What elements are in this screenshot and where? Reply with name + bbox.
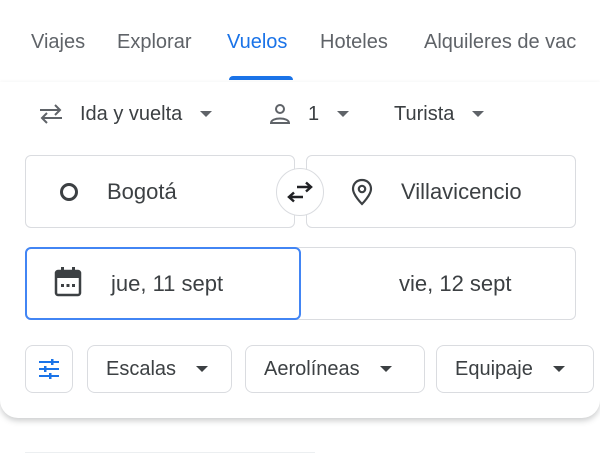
circle-icon <box>59 182 79 202</box>
destination-value: Villavicencio <box>401 179 522 204</box>
all-filters-button[interactable] <box>25 345 73 393</box>
chevron-down-icon <box>337 111 350 117</box>
chevron-down-icon <box>552 366 565 372</box>
swap-icon <box>285 181 315 203</box>
cabin-class-select[interactable]: Turista <box>394 100 485 128</box>
tab-hoteles[interactable]: Hoteles <box>320 31 388 54</box>
top-nav: Viajes Explorar Vuelos Hoteles Alquilere… <box>0 0 600 83</box>
chevron-down-icon <box>472 111 485 117</box>
filter-aerolineas[interactable]: Aerolíneas <box>245 345 425 393</box>
chevron-down-icon <box>379 366 392 372</box>
calendar-icon <box>53 266 83 298</box>
tab-viajes[interactable]: Viajes <box>31 31 85 54</box>
return-date-field[interactable]: vie, 12 sept <box>301 247 576 320</box>
filter-escalas[interactable]: Escalas <box>87 345 232 393</box>
person-icon <box>268 102 292 126</box>
cabin-class-label: Turista <box>394 102 455 125</box>
filter-escalas-label: Escalas <box>106 357 177 380</box>
chevron-down-icon <box>196 366 209 372</box>
tune-icon <box>38 359 60 379</box>
tab-alquileres[interactable]: Alquileres de vac <box>424 31 576 54</box>
active-tab-indicator <box>229 76 293 80</box>
filter-aerolineas-label: Aerolíneas <box>264 357 360 380</box>
swap-arrows-icon <box>38 103 64 125</box>
origin-value: Bogotá <box>107 179 177 204</box>
location-pin-icon <box>351 178 373 206</box>
tab-vuelos[interactable]: Vuelos <box>227 31 287 54</box>
return-date-value: vie, 12 sept <box>399 271 512 296</box>
departure-date-value: jue, 11 sept <box>111 271 224 296</box>
swap-locations-button[interactable] <box>276 168 324 216</box>
filter-equipaje[interactable]: Equipaje <box>436 345 594 393</box>
tab-explorar[interactable]: Explorar <box>117 31 191 54</box>
origin-field[interactable]: Bogotá <box>25 155 295 228</box>
filter-equipaje-label: Equipaje <box>455 357 533 380</box>
passengers-select[interactable]: 1 <box>268 100 350 128</box>
trip-type-select[interactable]: Ida y vuelta <box>38 100 213 128</box>
trip-type-label: Ida y vuelta <box>80 102 183 125</box>
departure-date-field[interactable]: jue, 11 sept <box>25 247 301 320</box>
destination-field[interactable]: Villavicencio <box>306 155 576 228</box>
chevron-down-icon <box>200 111 213 117</box>
passengers-count: 1 <box>308 102 320 125</box>
divider <box>25 452 315 453</box>
